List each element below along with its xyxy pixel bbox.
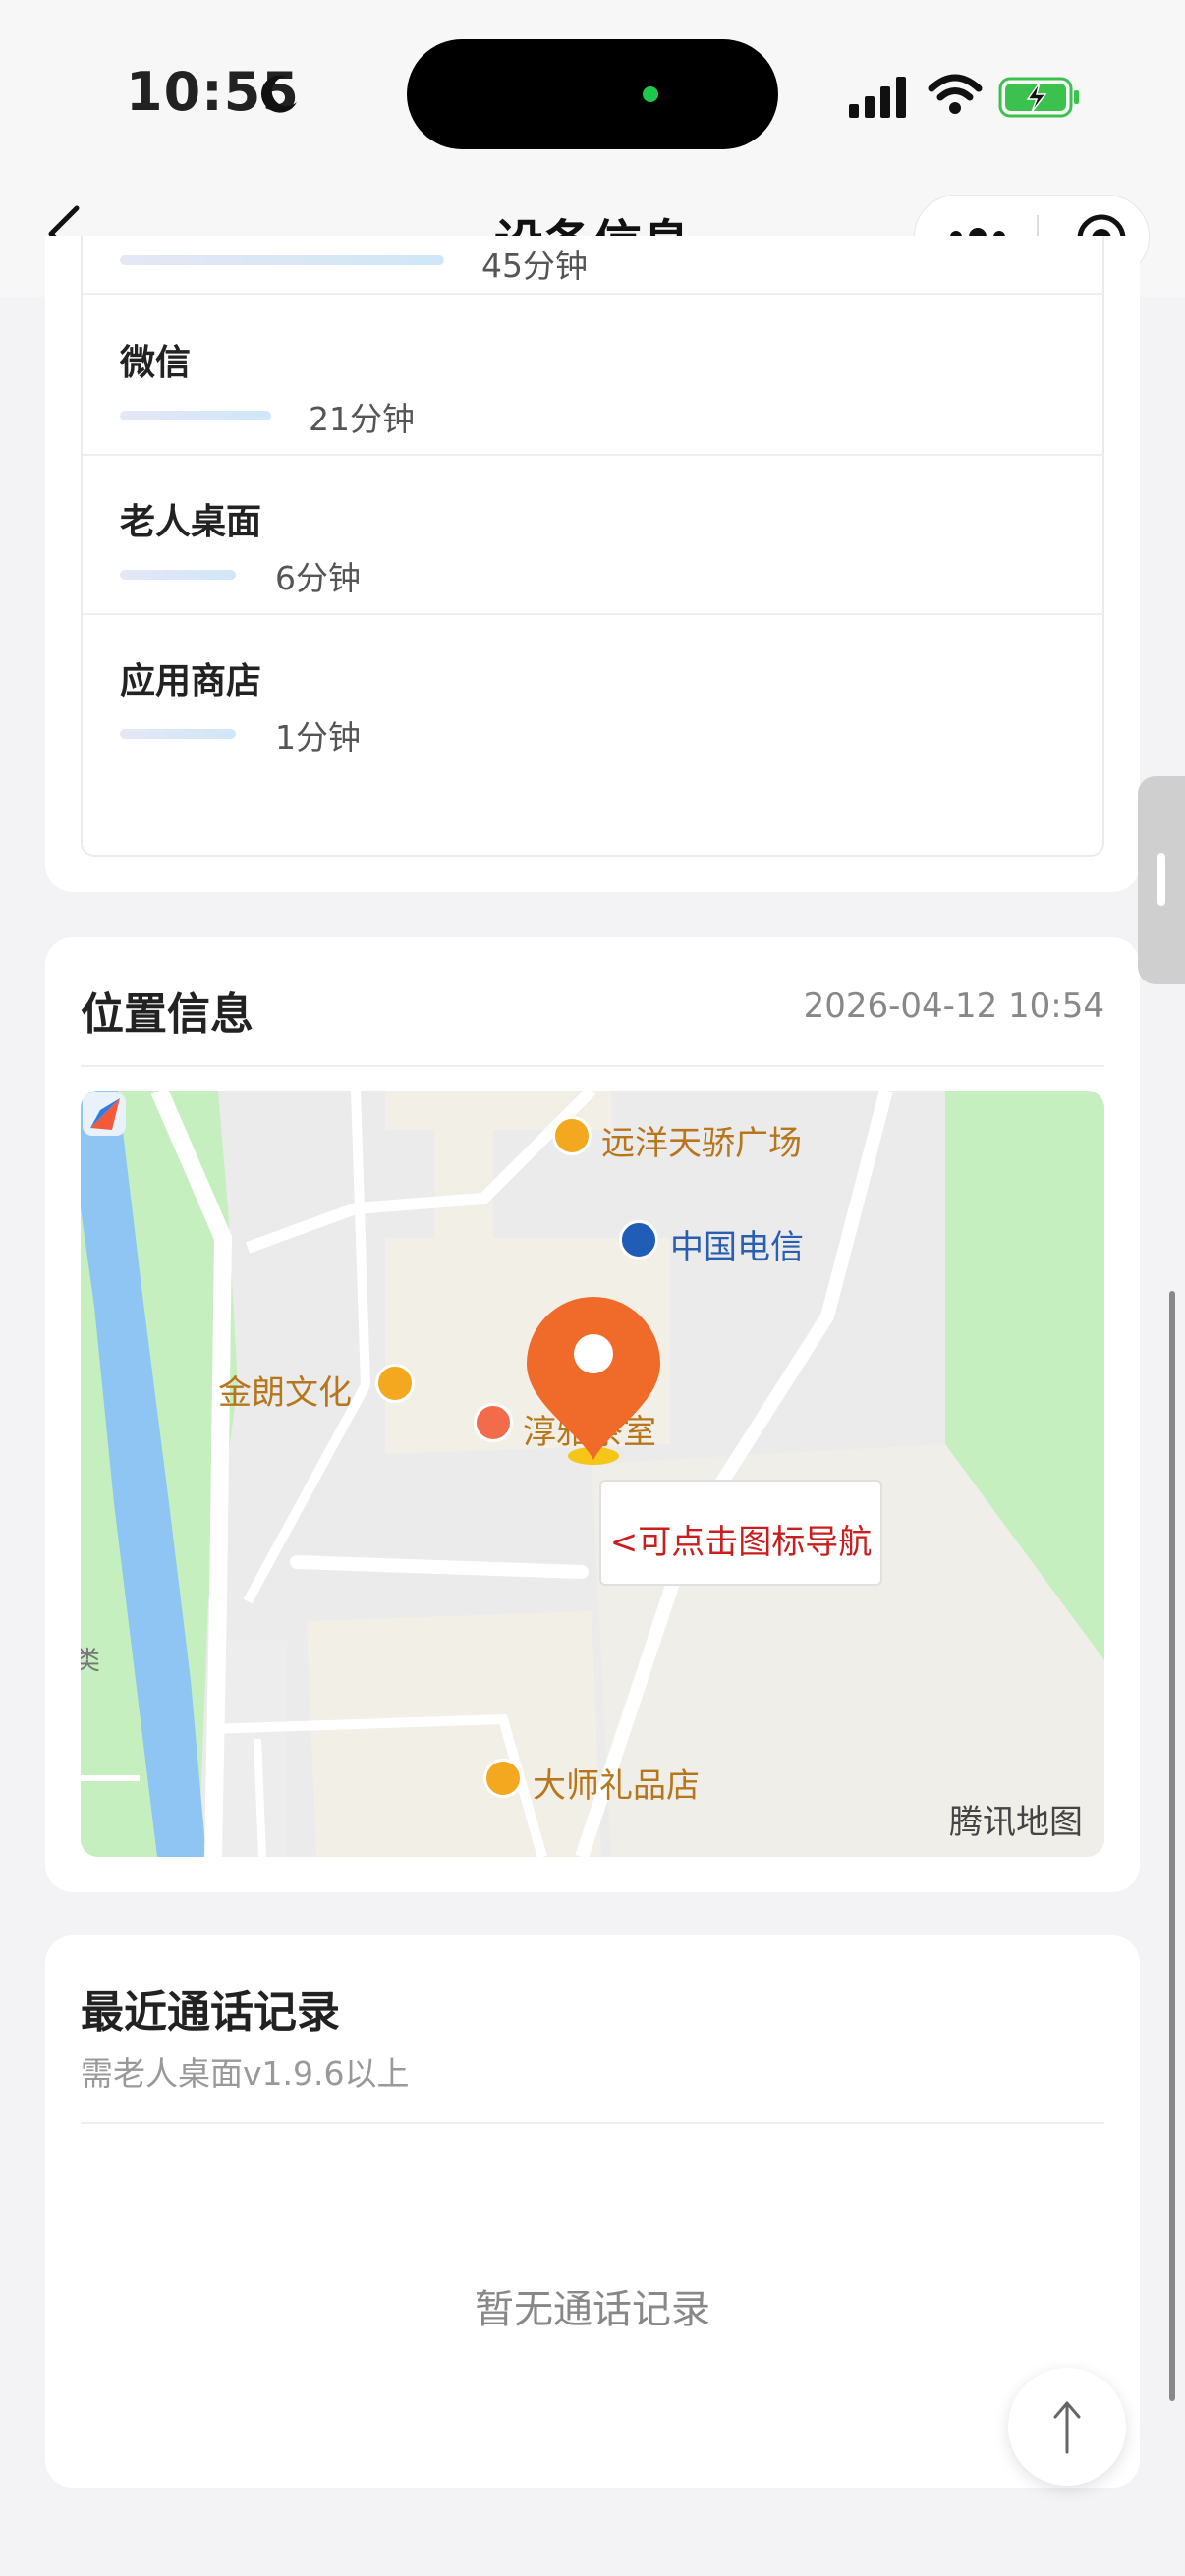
location-map[interactable]: 远洋天骄广场 中国电信 金朗文化 淳雅茶室 大师礼品店 类 <可点击图标导航	[81, 1091, 1104, 1857]
map-background	[81, 1091, 1104, 1857]
navigation-tip[interactable]: <可点击图标导航	[599, 1480, 882, 1586]
page: 10:55 设备信息	[0, 0, 1185, 2576]
location-card: 位置信息 2026-04-12 10:54 远洋天骄广场 中国电信 金朗文化 大…	[45, 937, 1140, 1892]
side-drawer-handle[interactable]	[1138, 776, 1185, 984]
usage-duration: 6分钟	[275, 559, 361, 597]
usage-bar	[120, 255, 444, 265]
app-usage-list: 45分钟 微信 21分钟 老人桌面 6分钟 应用商店 1分钟	[81, 236, 1104, 857]
call-records-card: 最近通话记录 需老人桌面v1.9.6以上 暂无通话记录	[45, 1935, 1140, 2488]
app-usage-card: 45分钟 微信 21分钟 老人桌面 6分钟 应用商店 1分钟	[45, 236, 1140, 892]
call-records-title: 最近通话记录	[81, 1988, 340, 2038]
location-title: 位置信息	[81, 989, 254, 1039]
usage-duration: 21分钟	[309, 400, 415, 438]
usage-bar	[120, 570, 236, 580]
call-records-subtitle: 需老人桌面v1.9.6以上	[81, 2054, 410, 2093]
location-timestamp: 2026-04-12 10:54	[803, 986, 1104, 1026]
location-marker-icon[interactable]	[521, 1295, 666, 1472]
app-usage-row: 应用商店 1分钟	[83, 615, 1104, 774]
app-name: 微信	[120, 343, 192, 383]
app-usage-row: 45分钟	[83, 136, 1104, 295]
dynamic-island	[407, 39, 778, 149]
usage-duration: 1分钟	[275, 718, 361, 756]
divider	[81, 1065, 1104, 1067]
tencent-map-logo-icon	[83, 1092, 126, 1136]
back-to-top-button[interactable]	[1008, 2368, 1126, 2486]
usage-duration: 45分钟	[481, 247, 588, 285]
navigation-tip-text: <可点击图标导航	[609, 1523, 873, 1562]
scrollbar[interactable]	[1169, 1291, 1175, 2401]
wifi-icon	[928, 74, 983, 114]
handle-grip	[1157, 853, 1165, 906]
poi-telecom[interactable]: 中国电信	[670, 1220, 804, 1268]
poi-gift-icon[interactable]	[483, 1759, 523, 1798]
map-provider: 腾讯地图	[949, 1803, 1083, 1842]
camera-indicator-icon	[643, 86, 658, 102]
poi-plaza[interactable]: 远洋天骄广场	[601, 1116, 802, 1164]
usage-bar	[120, 411, 271, 420]
usage-bar	[120, 729, 236, 739]
battery-charging-icon	[998, 77, 1079, 118]
poi-gift-shop[interactable]: 大师礼品店	[533, 1759, 700, 1807]
poi-shop-icon[interactable]	[375, 1364, 415, 1403]
app-name: 老人桌面	[120, 502, 262, 542]
signal-icon	[849, 77, 906, 118]
arrow-up-icon	[1053, 2401, 1081, 2454]
divider	[81, 2122, 1104, 2124]
telecom-logo-icon[interactable]	[619, 1220, 658, 1260]
poi-mall-icon[interactable]	[552, 1116, 592, 1155]
empty-state: 暂无通话记录	[475, 2287, 710, 2332]
app-name: 应用商店	[120, 661, 262, 701]
map-edge-label: 类	[81, 1647, 101, 1676]
app-usage-row: 老人桌面 6分钟	[83, 456, 1104, 615]
poi-teahouse-icon[interactable]	[474, 1403, 513, 1442]
app-usage-row: 微信 21分钟	[83, 297, 1104, 456]
poi-culture[interactable]: 金朗文化	[218, 1366, 352, 1414]
moon-icon	[260, 75, 297, 113]
